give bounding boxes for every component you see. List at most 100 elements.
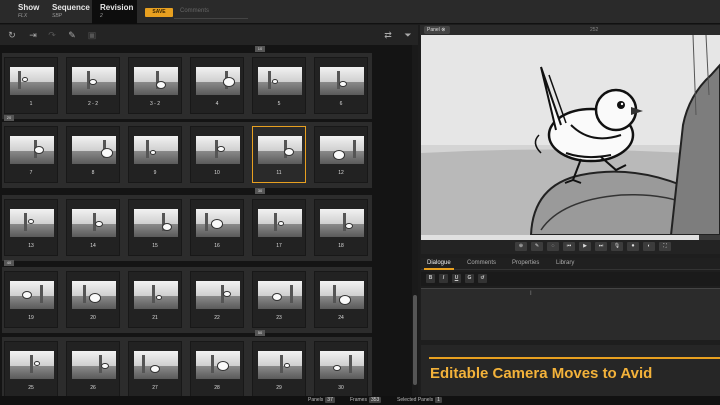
draw-icon[interactable]: ✎ <box>531 242 543 251</box>
thumb-post <box>274 213 277 231</box>
panel-thumbnail[interactable]: 6 <box>314 57 368 114</box>
panel-thumbnail[interactable]: 23 <box>252 271 306 328</box>
panel-number: 8 <box>91 170 95 176</box>
thumb-bird <box>162 223 172 231</box>
record-icon[interactable]: ⏺ <box>627 242 639 251</box>
panel-number: 3 - 2 <box>149 101 160 107</box>
panel-thumbnail[interactable]: 29 <box>252 341 306 398</box>
save-button[interactable]: SAVE <box>145 8 173 17</box>
panel-thumbnail[interactable]: 11 <box>252 126 306 183</box>
panel-thumbnail[interactable]: 1 <box>4 57 58 114</box>
undo-button[interactable]: ↺ <box>478 274 487 283</box>
thumbnail-image <box>320 351 364 379</box>
panel-number: 2 - 2 <box>87 101 98 107</box>
tab-library[interactable]: Library <box>556 260 574 266</box>
thumb-ground <box>320 224 364 237</box>
panel-number: 21 <box>152 315 158 321</box>
panel-thumbnail[interactable]: 5 <box>252 57 306 114</box>
bold-button[interactable]: B <box>426 274 435 283</box>
sequence-crumb[interactable]: Sequence SBP <box>44 0 98 24</box>
panel-thumbnail[interactable]: 16 <box>190 199 244 256</box>
exposure-icon[interactable]: ◐ <box>643 242 655 251</box>
panel-number: 9 <box>153 170 157 176</box>
italic-button[interactable]: I <box>439 274 448 283</box>
panel-preview[interactable] <box>421 35 720 235</box>
panel-tab[interactable]: Panel ⊗ <box>424 26 450 34</box>
panel-number: 28 <box>214 385 220 391</box>
thumb-post <box>83 285 86 303</box>
panel-number: 29 <box>276 385 282 391</box>
panel-thumbnail[interactable]: 13 <box>4 199 58 256</box>
prev-icon[interactable]: ⏮ <box>563 242 575 251</box>
panel-thumbnail[interactable]: 24 <box>314 271 368 328</box>
thumb-sky <box>134 209 178 225</box>
onion-skin-icon[interactable]: ◌ <box>547 242 559 251</box>
revision-crumb[interactable]: Revision 2 <box>92 0 137 24</box>
thumb-ground <box>72 366 116 379</box>
panel-thumbnail[interactable]: 9 <box>128 126 182 183</box>
panel-thumbnail[interactable]: 21 <box>128 271 182 328</box>
panel-number: 19 <box>28 315 34 321</box>
mic-icon[interactable]: 🎙 <box>611 242 623 251</box>
g-button[interactable]: G <box>465 274 474 283</box>
tab-properties[interactable]: Properties <box>512 260 539 266</box>
play-icon[interactable]: ▶ <box>579 242 591 251</box>
next-icon[interactable]: ⏭ <box>595 242 607 251</box>
panel-thumbnail[interactable]: 22 <box>190 271 244 328</box>
refresh-icon[interactable]: ↻ <box>6 29 18 41</box>
panel-number: 20 <box>90 315 96 321</box>
grid-scrollbar[interactable] <box>412 45 418 405</box>
dialogue-textarea[interactable]: I <box>421 288 720 340</box>
panel-thumbnail[interactable]: 25 <box>4 341 58 398</box>
swap-icon[interactable]: ⇄ <box>382 29 394 41</box>
panel-thumbnail[interactable]: 20 <box>66 271 120 328</box>
brush-icon[interactable]: ✎ <box>66 29 78 41</box>
panel-thumbnail[interactable]: 12 <box>314 126 368 183</box>
panel-thumbnail[interactable]: 26 <box>66 341 120 398</box>
underline-button[interactable]: U <box>452 274 461 283</box>
thumb-bird <box>223 77 235 87</box>
revision-value: 2 <box>100 13 103 19</box>
import-icon[interactable]: ⇥ <box>27 29 39 41</box>
grid-scroll-thumb[interactable] <box>413 295 417 385</box>
status-bar: Panels 37 Frames 353 Selected Panels 1 <box>0 396 720 405</box>
panel-thumbnail[interactable]: 14 <box>66 199 120 256</box>
panel-thumbnail[interactable]: 30 <box>314 341 368 398</box>
panel-thumbnail[interactable]: 2 - 2 <box>66 57 120 114</box>
close-icon[interactable]: ⊗ <box>441 27 445 33</box>
row-marker: 40 <box>4 260 14 266</box>
thumb-post <box>280 355 283 373</box>
panel-number: 10 <box>214 170 220 176</box>
redo-icon[interactable]: ↷ <box>46 29 58 41</box>
thumbnail-image <box>320 209 364 237</box>
thumbnail-image <box>196 351 240 379</box>
panel-thumbnail[interactable]: 7 <box>4 126 58 183</box>
comments-tab[interactable]: Comments <box>180 8 209 14</box>
thumb-post <box>18 71 21 89</box>
zoom-icon[interactable]: ⊕ <box>515 242 527 251</box>
panel-thumbnail[interactable]: 18 <box>314 199 368 256</box>
tab-dialogue[interactable]: Dialogue <box>427 260 451 266</box>
panel-thumbnail[interactable]: 3 - 2 <box>128 57 182 114</box>
thumbnail-image <box>320 136 364 164</box>
thumb-ground <box>258 82 302 95</box>
thumb-post <box>205 213 208 231</box>
panel-thumbnail[interactable]: 28 <box>190 341 244 398</box>
panel-thumbnail[interactable]: 10 <box>190 126 244 183</box>
panel-thumbnail[interactable]: 15 <box>128 199 182 256</box>
panel-number: 25 <box>28 385 34 391</box>
panel-thumbnail[interactable]: 17 <box>252 199 306 256</box>
panels-count: 37 <box>325 397 335 403</box>
filter-icon[interactable]: ⏷ <box>402 29 414 41</box>
panel-thumbnail[interactable]: 19 <box>4 271 58 328</box>
format-toolbar: B I U G ↺ <box>421 272 720 286</box>
panel-thumbnail[interactable]: 4 <box>190 57 244 114</box>
thumbnail-image <box>258 67 302 95</box>
panel-thumbnail[interactable]: 27 <box>128 341 182 398</box>
crop-icon[interactable]: ▣ <box>86 29 98 41</box>
tab-comments[interactable]: Comments <box>467 260 496 266</box>
panel-thumbnail[interactable]: 8 <box>66 126 120 183</box>
show-crumb[interactable]: Show FLX <box>10 0 47 24</box>
fullscreen-icon[interactable]: ⛶ <box>659 242 671 251</box>
info-tabs: Dialogue Comments Properties Library <box>421 258 720 270</box>
